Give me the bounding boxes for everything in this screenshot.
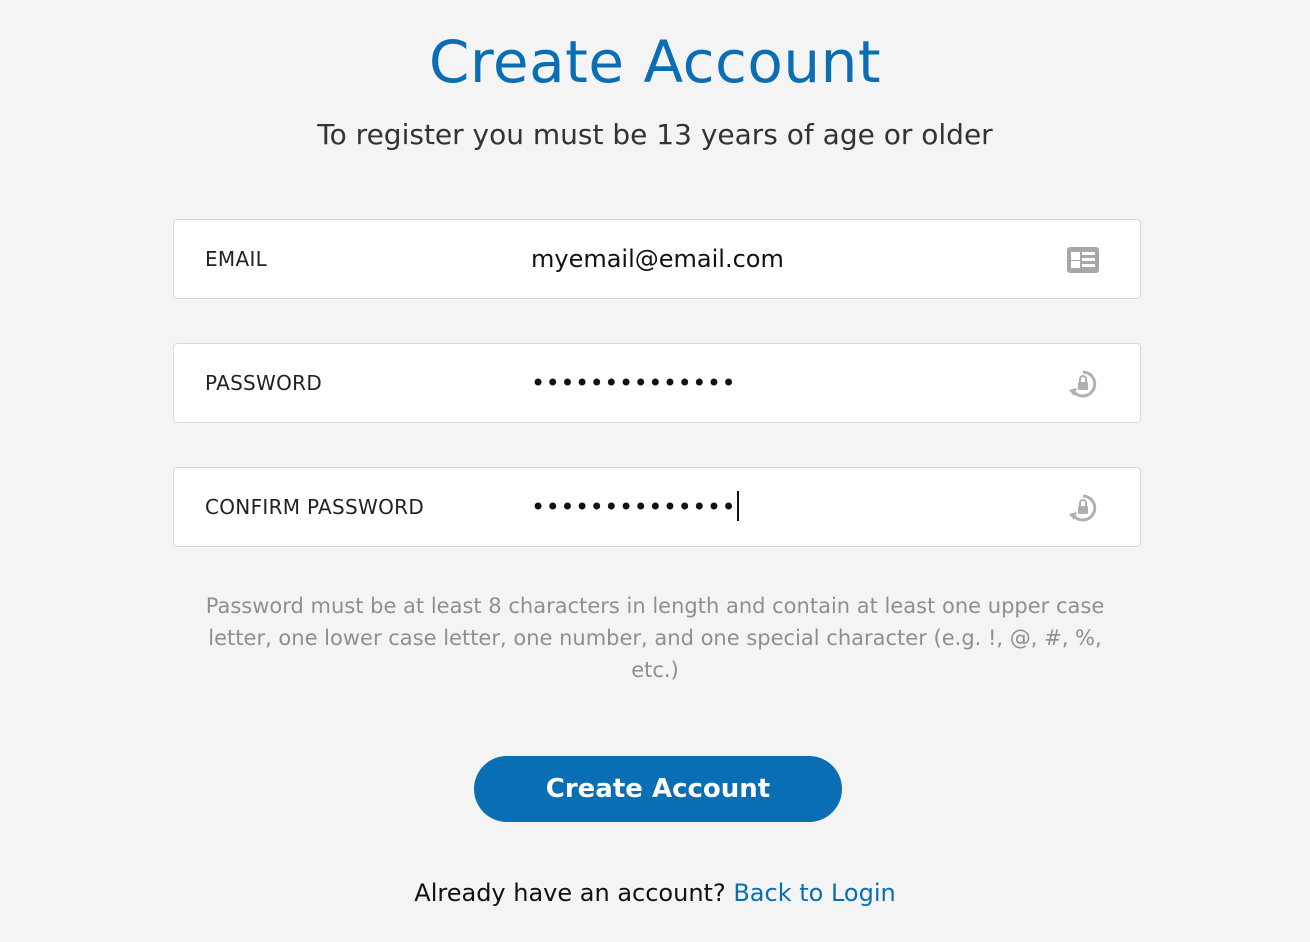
contact-card-icon: [1066, 246, 1100, 274]
password-label: PASSWORD: [205, 371, 323, 395]
email-field[interactable]: EMAIL myemail@email.com: [173, 219, 1141, 299]
lock-refresh-icon: [1066, 370, 1100, 398]
back-to-login-link[interactable]: Back to Login: [733, 879, 895, 907]
password-requirements-hint: Password must be at least 8 characters i…: [205, 594, 1105, 682]
login-prompt-row: Already have an account? Back to Login: [0, 876, 1310, 910]
page-subtitle: To register you must be 13 years of age …: [317, 118, 993, 151]
lock-refresh-icon: [1066, 494, 1100, 522]
create-account-button[interactable]: Create Account: [474, 756, 842, 822]
confirm-password-input[interactable]: ••••••••••••••: [531, 468, 740, 546]
confirm-password-field[interactable]: CONFIRM PASSWORD ••••••••••••••: [173, 467, 1141, 547]
page-title: Create Account: [428, 28, 882, 96]
text-caret: [737, 491, 740, 521]
password-input[interactable]: ••••••••••••••: [531, 344, 736, 422]
email-input[interactable]: myemail@email.com: [531, 220, 784, 298]
login-prompt-text: Already have an account?: [414, 879, 726, 907]
password-field[interactable]: PASSWORD ••••••••••••••: [173, 343, 1141, 423]
email-label: EMAIL: [205, 247, 268, 271]
confirm-password-label: CONFIRM PASSWORD: [205, 495, 425, 519]
confirm-password-value: ••••••••••••••: [531, 493, 737, 521]
